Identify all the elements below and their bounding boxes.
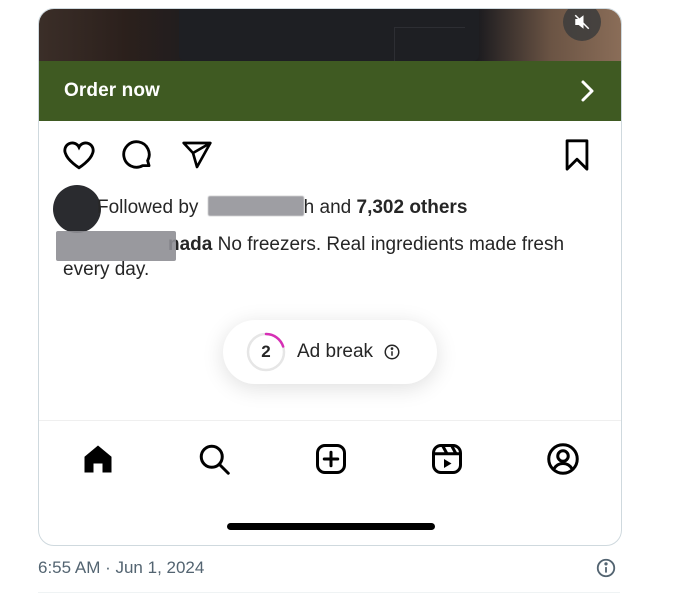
nav-profile[interactable] xyxy=(543,439,583,479)
embedded-instagram-screenshot: Order now Followed by h and 7,302 others… xyxy=(38,8,622,546)
ad-break-pill[interactable]: 2 Ad break xyxy=(223,320,437,384)
comment-button[interactable] xyxy=(119,137,155,173)
profile-icon xyxy=(547,443,579,475)
comment-icon xyxy=(122,140,151,169)
info-icon xyxy=(596,558,616,578)
info-icon[interactable] xyxy=(383,343,401,361)
nav-reels[interactable] xyxy=(427,439,467,479)
reels-icon xyxy=(432,444,462,474)
mute-button[interactable] xyxy=(563,9,601,41)
bottom-nav xyxy=(39,439,621,483)
followed-by-line: Followed by h and 7,302 others xyxy=(97,196,467,219)
followed-by-suffix: h and xyxy=(303,197,352,218)
redacted-username xyxy=(207,196,304,216)
home-icon xyxy=(84,445,112,473)
ad-countdown-ring: 2 xyxy=(245,331,287,373)
chevron-right-icon xyxy=(581,80,594,102)
tweet-timestamp[interactable]: 6:55 AM · Jun 1, 2024 xyxy=(38,558,204,578)
redacted-caption-username xyxy=(56,231,176,261)
ad-video[interactable] xyxy=(39,9,621,62)
heart-icon xyxy=(63,141,95,170)
tweet-info-button[interactable] xyxy=(594,556,618,580)
save-button[interactable] xyxy=(559,137,595,173)
order-now-banner[interactable]: Order now xyxy=(39,61,621,121)
share-button[interactable] xyxy=(179,137,215,173)
like-button[interactable] xyxy=(61,137,97,173)
followed-count[interactable]: 7,302 others xyxy=(357,197,468,218)
send-icon xyxy=(182,141,212,169)
ad-countdown-number: 2 xyxy=(261,342,271,361)
nav-create[interactable] xyxy=(311,439,351,479)
followed-by-prefix: Followed by xyxy=(97,197,199,218)
ad-break-label: Ad break xyxy=(297,341,374,362)
nav-home[interactable] xyxy=(78,439,118,479)
video-pocket-detail xyxy=(394,27,465,62)
nav-divider xyxy=(39,420,621,421)
order-now-label: Order now xyxy=(64,80,160,101)
post-action-bar xyxy=(39,137,621,177)
home-indicator xyxy=(227,523,435,530)
speaker-muted-icon xyxy=(574,14,590,30)
search-icon xyxy=(199,444,230,475)
bottom-divider xyxy=(38,592,620,593)
create-icon xyxy=(316,444,346,474)
bookmark-icon xyxy=(565,139,589,171)
nav-search[interactable] xyxy=(194,439,234,479)
follower-avatar[interactable] xyxy=(53,185,101,233)
